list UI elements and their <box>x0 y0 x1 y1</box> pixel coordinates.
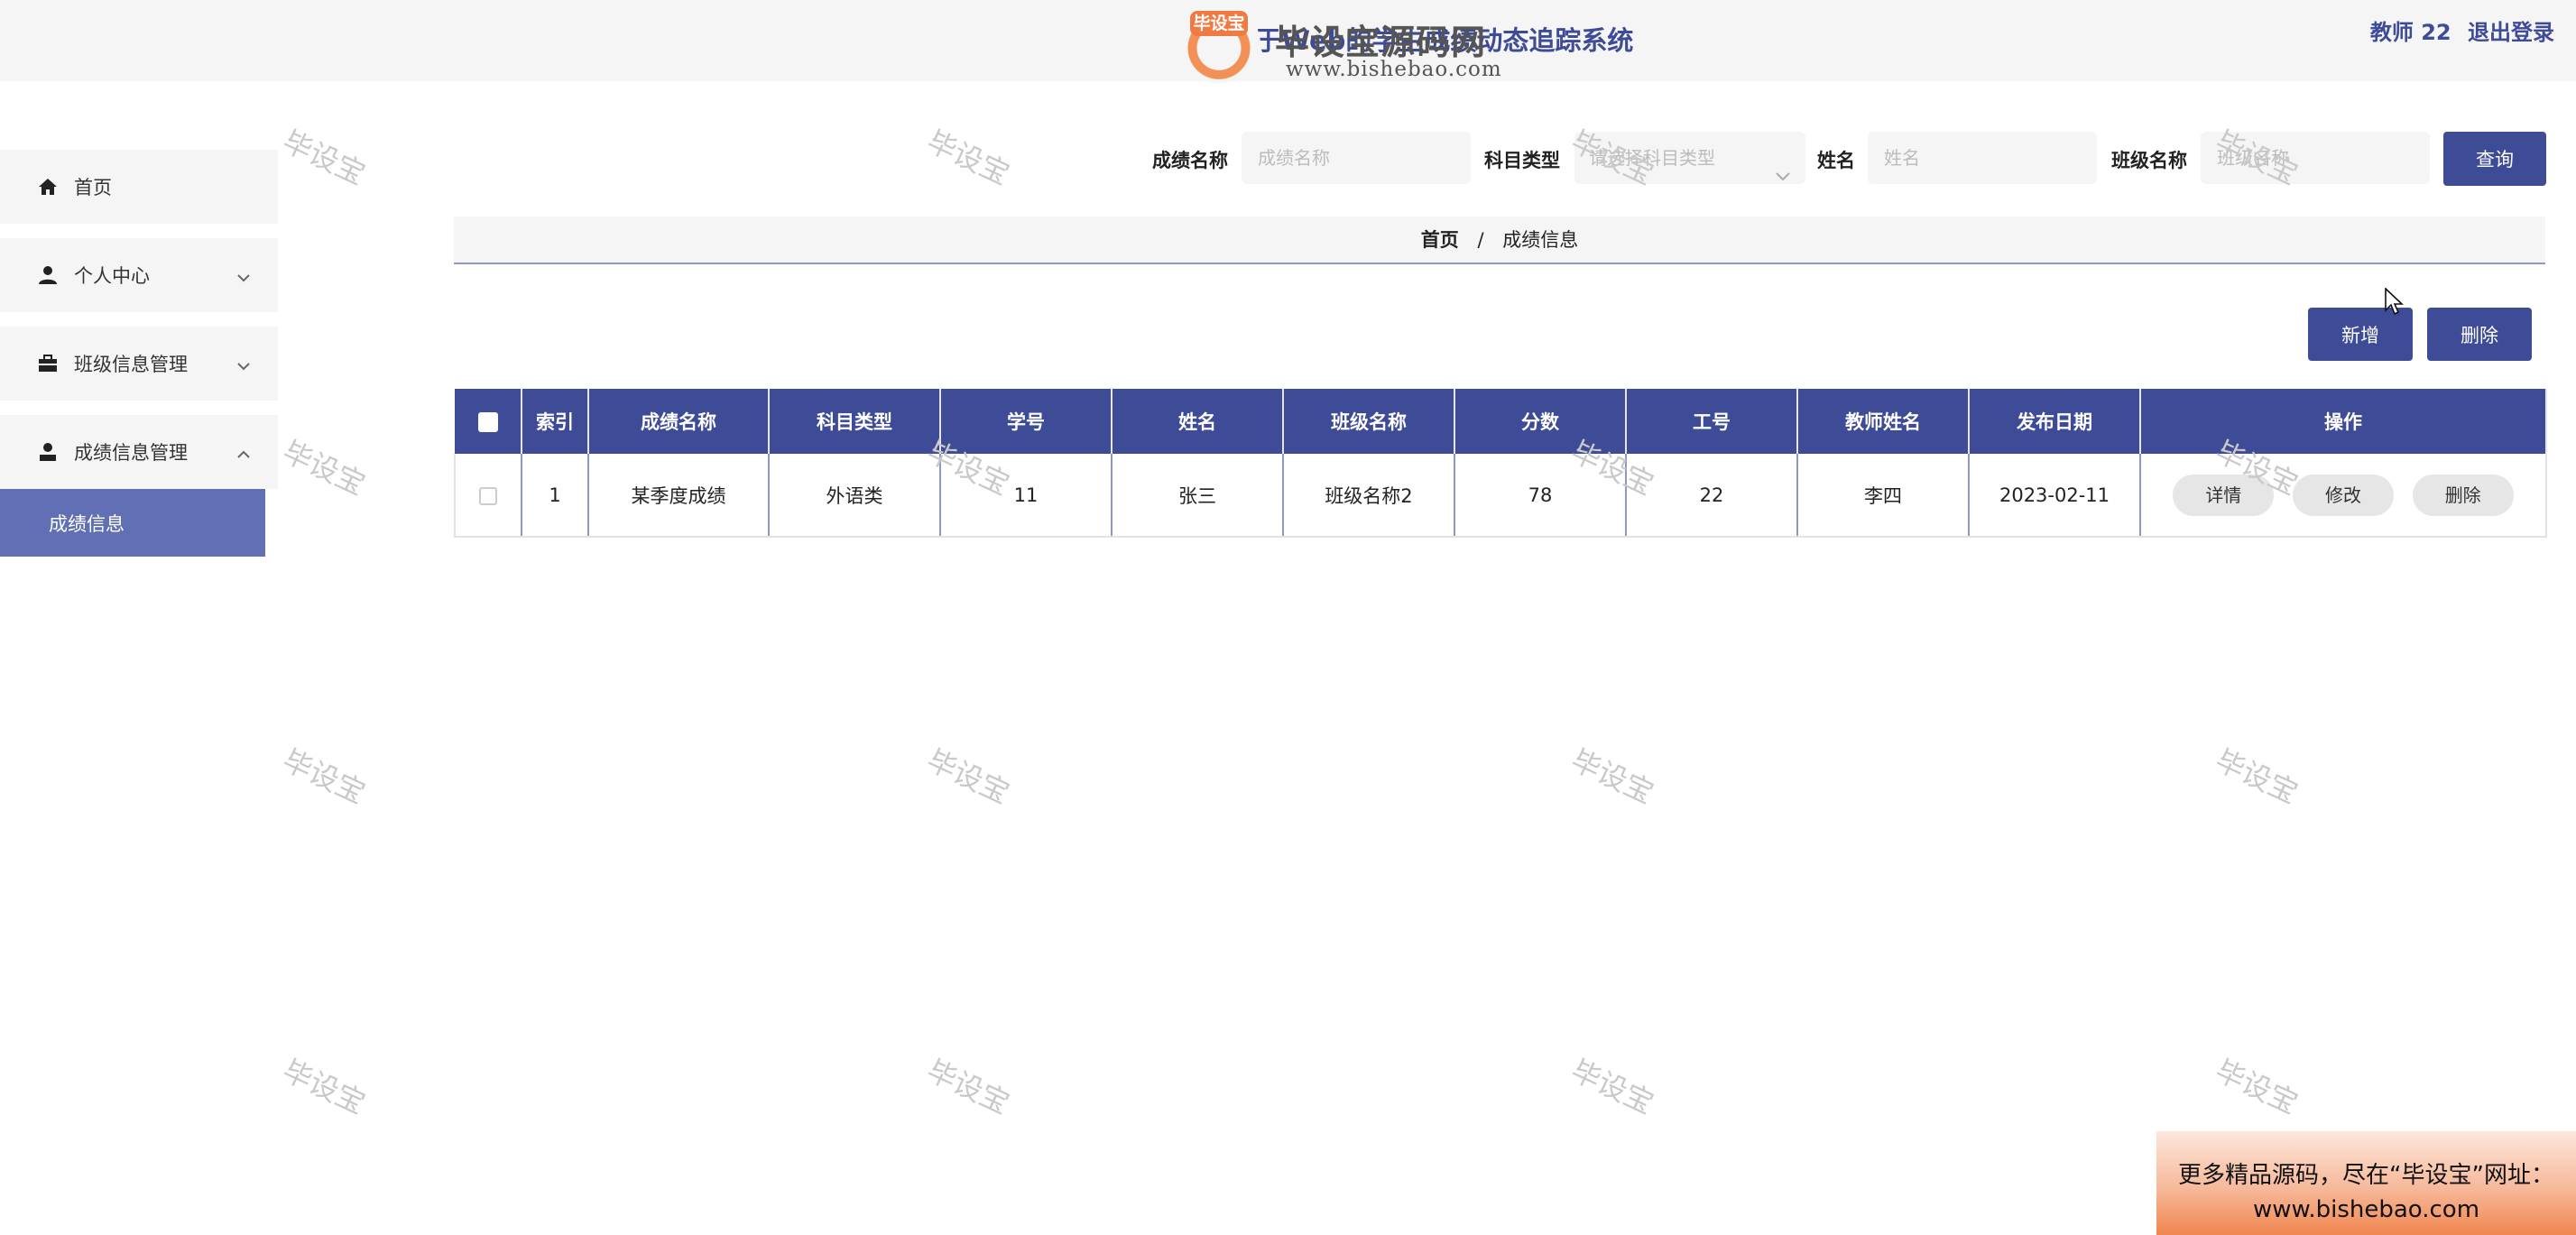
delete-selected-button[interactable]: 删除 <box>2427 308 2532 361</box>
column-header: 工号 <box>1626 389 1798 454</box>
select-all-checkbox[interactable] <box>477 412 498 432</box>
student-name-input[interactable] <box>1868 132 2097 184</box>
user-area: 教师 22 退出登录 <box>2361 14 2554 46</box>
search-bar: 成绩名称 科目类型 请选择科目类型 姓名 班级名称 查询 <box>0 132 2576 186</box>
query-button[interactable]: 查询 <box>2443 132 2546 186</box>
logo-url: www.bishebao.com <box>1286 58 1502 81</box>
watermark-text: 毕设宝 <box>1565 742 1659 811</box>
column-header: 索引 <box>522 389 589 454</box>
column-header: 成绩名称 <box>588 389 770 454</box>
cell-class-name: 班级名称2 <box>1283 454 1455 538</box>
watermark-text: 毕设宝 <box>921 742 1015 811</box>
person-icon <box>38 442 58 462</box>
watermark-logo: 毕设宝 毕设宝源码网 www.bishebao.com <box>1177 5 1556 87</box>
breadcrumb-home[interactable]: 首页 <box>1421 229 1459 251</box>
column-header: 教师姓名 <box>1797 389 1970 454</box>
sidebar-item-score-management[interactable]: 成绩信息管理 <box>0 415 278 489</box>
breadcrumb-current: 成绩信息 <box>1502 229 1579 251</box>
chevron-up-icon <box>236 442 251 464</box>
watermark-text: 毕设宝 <box>277 434 371 502</box>
cell-score-name: 某季度成绩 <box>588 454 770 538</box>
chevron-down-icon <box>236 354 251 375</box>
top-bar: 基于Web的学生成绩动态追踪系统 毕设宝 毕设宝源码网 www.bishebao… <box>0 0 2576 83</box>
cell-teacher-name: 李四 <box>1797 454 1970 538</box>
column-header: 发布日期 <box>1969 389 2141 454</box>
row-select-cell[interactable] <box>454 454 522 538</box>
sidebar-item-label: 班级信息管理 <box>74 354 188 375</box>
promo-line-2: www.bishebao.com <box>2252 1196 2480 1223</box>
watermark-text: 毕设宝 <box>1565 1053 1659 1121</box>
cell-index: 1 <box>522 454 589 538</box>
score-name-label: 成绩名称 <box>1152 150 1228 171</box>
promo-line-1: 更多精品源码，尽在“毕设宝”网址： <box>2178 1162 2554 1189</box>
score-name-input[interactable] <box>1242 132 1471 184</box>
mouse-cursor-icon <box>2385 287 2405 320</box>
class-name-label: 班级名称 <box>2111 150 2187 171</box>
sidebar-item-label: 个人中心 <box>74 265 150 287</box>
row-checkbox[interactable] <box>479 486 497 505</box>
current-user-label: 教师 22 <box>2369 20 2451 45</box>
column-header: 姓名 <box>1112 389 1284 454</box>
column-header: 班级名称 <box>1283 389 1455 454</box>
promo-banner[interactable]: 更多精品源码，尽在“毕设宝”网址： www.bishebao.com <box>2156 1131 2576 1235</box>
sidebar-item-personal-center[interactable]: 个人中心 <box>0 238 278 312</box>
cell-student-name: 张三 <box>1112 454 1284 538</box>
briefcase-icon <box>38 354 58 373</box>
column-header: 操作 <box>2140 389 2547 454</box>
watermark-text: 毕设宝 <box>277 742 371 811</box>
logo-brand-text: 毕设宝源码网 <box>1275 23 1487 62</box>
cell-operations: 详情 修改 删除 <box>2140 454 2547 538</box>
breadcrumb-separator: / <box>1477 229 1484 251</box>
breadcrumb: 首页 / 成绩信息 <box>454 217 2545 264</box>
edit-button[interactable]: 修改 <box>2293 474 2394 516</box>
watermark-text: 毕设宝 <box>2210 1053 2304 1121</box>
user-icon <box>38 265 58 285</box>
cell-publish-date: 2023-02-11 <box>1969 454 2141 538</box>
sidebar: 首页 个人中心 班级信息管理 成绩信息管理 成绩信息 <box>0 150 280 557</box>
watermark-text: 毕设宝 <box>277 1053 371 1121</box>
logo-badge-label: 毕设宝 <box>1190 11 1248 36</box>
logo-badge-icon: 毕设宝 <box>1177 5 1260 83</box>
row-delete-button[interactable]: 删除 <box>2412 474 2514 516</box>
sidebar-item-label: 成绩信息管理 <box>74 442 188 464</box>
watermark-text: 毕设宝 <box>921 1053 1015 1121</box>
logout-link[interactable]: 退出登录 <box>2468 20 2554 45</box>
chevron-down-icon <box>236 265 251 287</box>
student-name-label: 姓名 <box>1817 150 1855 171</box>
watermark-text: 毕设宝 <box>2210 742 2304 811</box>
cell-subject-type: 外语类 <box>769 454 941 538</box>
select-all-cell[interactable] <box>455 389 522 454</box>
sidebar-item-class-management[interactable]: 班级信息管理 <box>0 327 278 401</box>
chevron-down-icon <box>1775 150 1791 202</box>
column-header: 科目类型 <box>769 389 941 454</box>
subject-type-label: 科目类型 <box>1484 150 1560 171</box>
sidebar-subitem-score-info[interactable]: 成绩信息 <box>0 489 265 557</box>
